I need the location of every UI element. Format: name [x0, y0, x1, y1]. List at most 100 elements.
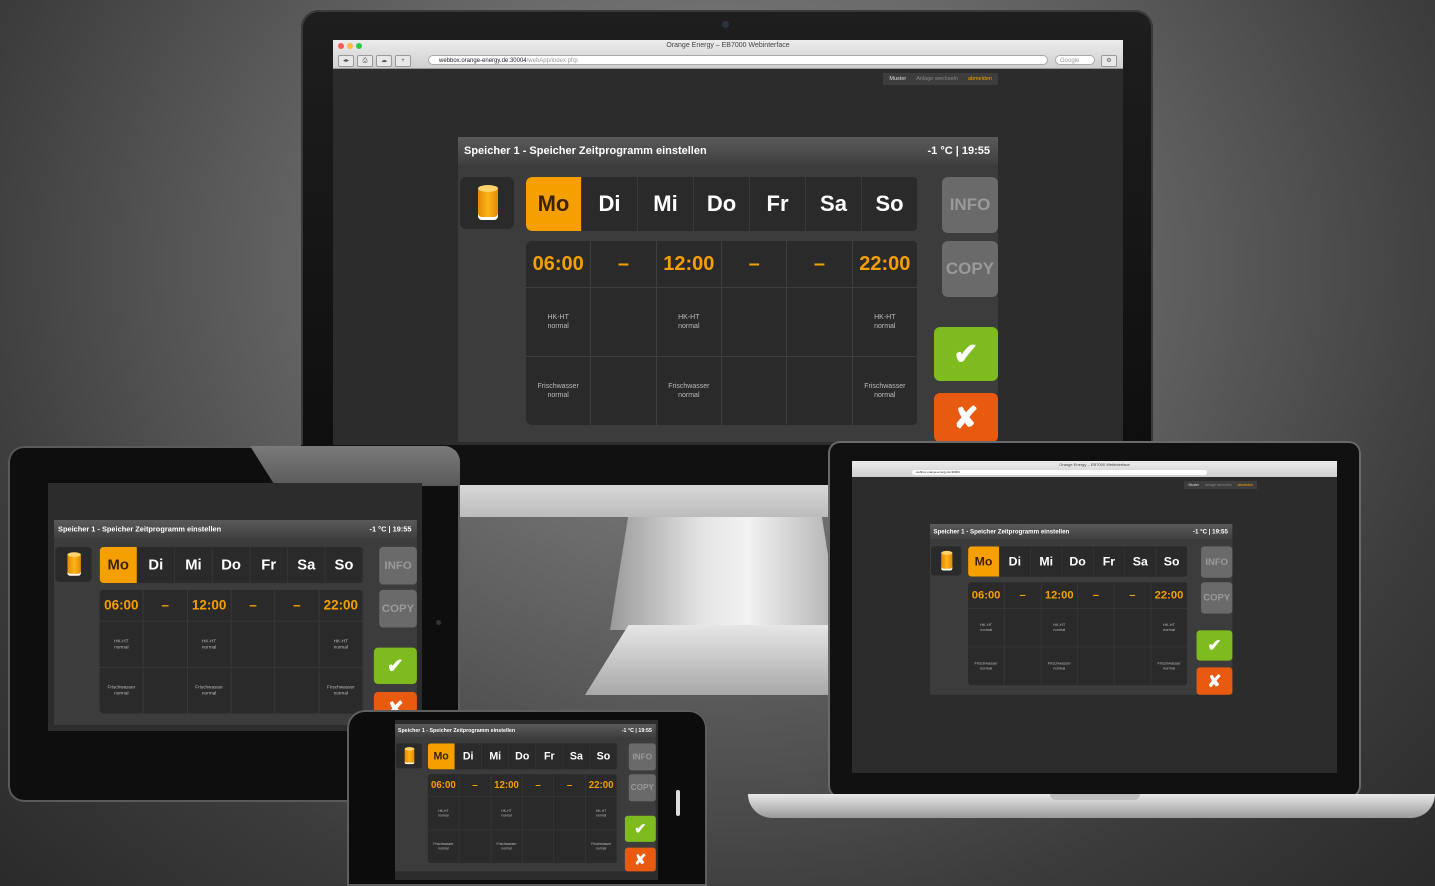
schedule-cell[interactable]: HK-HT normal	[428, 796, 460, 830]
schedule-cell[interactable]: Frischwasser normal	[319, 667, 364, 714]
time-slot[interactable]: –	[523, 774, 555, 797]
day-tab-sa[interactable]: Sa	[288, 546, 326, 584]
day-tab-so[interactable]: So	[590, 743, 618, 770]
info-button[interactable]: INFO	[1201, 546, 1233, 578]
schedule-cell[interactable]	[275, 667, 320, 714]
schedule-cell[interactable]: HK-HT normal	[319, 621, 364, 668]
schedule-cell[interactable]: Frischwasser normal	[491, 830, 523, 864]
share-icon[interactable]: ⎙	[357, 55, 373, 67]
schedule-cell[interactable]: Frischwasser normal	[428, 830, 460, 864]
cancel-x-button[interactable]: ✘	[934, 393, 998, 442]
day-tab-di[interactable]: Di	[137, 546, 175, 584]
cancel-x-button[interactable]: ✘	[1196, 667, 1233, 695]
day-tab-do[interactable]: Do	[1062, 546, 1094, 577]
schedule-cell[interactable]	[722, 357, 788, 425]
schedule-cell[interactable]: Frischwasser normal	[1041, 647, 1078, 686]
day-tab-fr[interactable]: Fr	[1094, 546, 1125, 577]
time-slot[interactable]: –	[722, 241, 788, 287]
day-tab-do[interactable]: Do	[213, 546, 251, 584]
schedule-cell[interactable]	[1114, 647, 1151, 686]
schedule-cell[interactable]	[231, 667, 276, 714]
search-field[interactable]: Google	[1055, 55, 1095, 65]
schedule-cell[interactable]: HK-HT normal	[853, 288, 918, 356]
schedule-cell[interactable]	[523, 796, 555, 830]
copy-button[interactable]: COPY	[942, 241, 998, 297]
schedule-cell[interactable]: Frischwasser normal	[1151, 647, 1188, 686]
time-slot[interactable]: 22:00	[853, 241, 918, 287]
day-tab-so[interactable]: So	[325, 546, 364, 584]
time-slot[interactable]: 06:00	[100, 589, 144, 621]
confirm-checkmark-button[interactable]: ✔	[1196, 630, 1233, 661]
schedule-cell[interactable]	[231, 621, 276, 668]
address-bar[interactable]: webbox.orange-energy.de:30004/webApp/ind…	[428, 55, 1048, 65]
day-tab-sa[interactable]: Sa	[1125, 546, 1157, 577]
schedule-cell[interactable]	[459, 830, 491, 864]
time-slot[interactable]: –	[231, 589, 276, 621]
day-tab-so[interactable]: So	[862, 177, 918, 231]
schedule-cell[interactable]: HK-HT normal	[526, 288, 592, 356]
copy-button[interactable]: COPY	[628, 774, 656, 802]
day-tab-mo[interactable]: Mo	[99, 546, 138, 584]
laptop-address-bar[interactable]: webbox.orange-energy.de:30004	[912, 470, 1207, 475]
day-tab-fr[interactable]: Fr	[250, 546, 288, 584]
time-slot[interactable]: 22:00	[1151, 582, 1188, 608]
day-tab-di[interactable]: Di	[582, 177, 638, 231]
schedule-cell[interactable]: HK-HT normal	[657, 288, 722, 356]
time-slot[interactable]: –	[275, 589, 320, 621]
schedule-cell[interactable]	[144, 621, 188, 668]
time-slot[interactable]: –	[787, 241, 853, 287]
schedule-cell[interactable]: HK-HT normal	[1041, 608, 1078, 647]
time-slot[interactable]: 06:00	[428, 774, 460, 797]
day-tab-mi[interactable]: Mi	[1031, 546, 1063, 577]
time-slot[interactable]: –	[1005, 582, 1042, 608]
menu-logout[interactable]: abmelden	[968, 73, 992, 85]
day-tab-sa[interactable]: Sa	[806, 177, 862, 231]
confirm-checkmark-button[interactable]: ✔	[934, 327, 998, 381]
storage-tank-button[interactable]	[55, 546, 92, 582]
menu-user[interactable]: Muster	[889, 73, 906, 85]
day-tab-mo[interactable]: Mo	[526, 177, 582, 231]
time-slot[interactable]: 12:00	[187, 589, 232, 621]
phone-side-button[interactable]	[676, 790, 680, 816]
time-slot[interactable]: 22:00	[586, 774, 618, 797]
schedule-cell[interactable]	[554, 830, 586, 864]
schedule-cell[interactable]: Frischwasser normal	[187, 667, 232, 714]
schedule-cell[interactable]: HK-HT normal	[100, 621, 144, 668]
time-slot[interactable]: –	[144, 589, 188, 621]
day-tab-so[interactable]: So	[1156, 546, 1188, 577]
schedule-cell[interactable]: Frischwasser normal	[586, 830, 618, 864]
day-tab-mo[interactable]: Mo	[968, 546, 1000, 577]
schedule-cell[interactable]: Frischwasser normal	[853, 357, 918, 425]
laptop-menu-user[interactable]: Muster	[1188, 481, 1199, 489]
schedule-cell[interactable]	[275, 621, 320, 668]
schedule-cell[interactable]: HK-HT normal	[187, 621, 232, 668]
add-tab-icon[interactable]: +	[395, 55, 411, 67]
time-slot[interactable]: –	[554, 774, 586, 797]
time-slot[interactable]: 12:00	[1041, 582, 1078, 608]
schedule-cell[interactable]	[591, 357, 657, 425]
settings-gear-icon[interactable]: ⚙	[1101, 55, 1117, 67]
schedule-cell[interactable]	[1078, 647, 1115, 686]
schedule-cell[interactable]	[459, 796, 491, 830]
cloud-icon[interactable]: ☁	[376, 55, 392, 67]
info-button[interactable]: INFO	[628, 743, 656, 771]
day-tab-do[interactable]: Do	[509, 743, 537, 770]
laptop-menu-switch-plant[interactable]: Anlage wechseln	[1205, 481, 1231, 489]
back-forward-icon[interactable]: ◂▸	[338, 55, 354, 67]
schedule-cell[interactable]	[523, 830, 555, 864]
schedule-cell[interactable]: Frischwasser normal	[100, 667, 144, 714]
time-slot[interactable]: 12:00	[491, 774, 523, 797]
day-tab-mi[interactable]: Mi	[638, 177, 694, 231]
day-tab-fr[interactable]: Fr	[536, 743, 564, 770]
menu-switch-plant[interactable]: Anlage wechseln	[916, 73, 958, 85]
storage-tank-button[interactable]	[931, 546, 962, 576]
storage-tank-button[interactable]	[460, 177, 514, 229]
schedule-cell[interactable]: Frischwasser normal	[968, 647, 1005, 686]
copy-button[interactable]: COPY	[1201, 582, 1233, 614]
storage-tank-button[interactable]	[395, 743, 423, 769]
schedule-cell[interactable]	[1114, 608, 1151, 647]
day-tab-di[interactable]: Di	[999, 546, 1031, 577]
time-slot[interactable]: –	[1078, 582, 1115, 608]
time-slot[interactable]: –	[591, 241, 657, 287]
schedule-cell[interactable]	[1005, 647, 1042, 686]
